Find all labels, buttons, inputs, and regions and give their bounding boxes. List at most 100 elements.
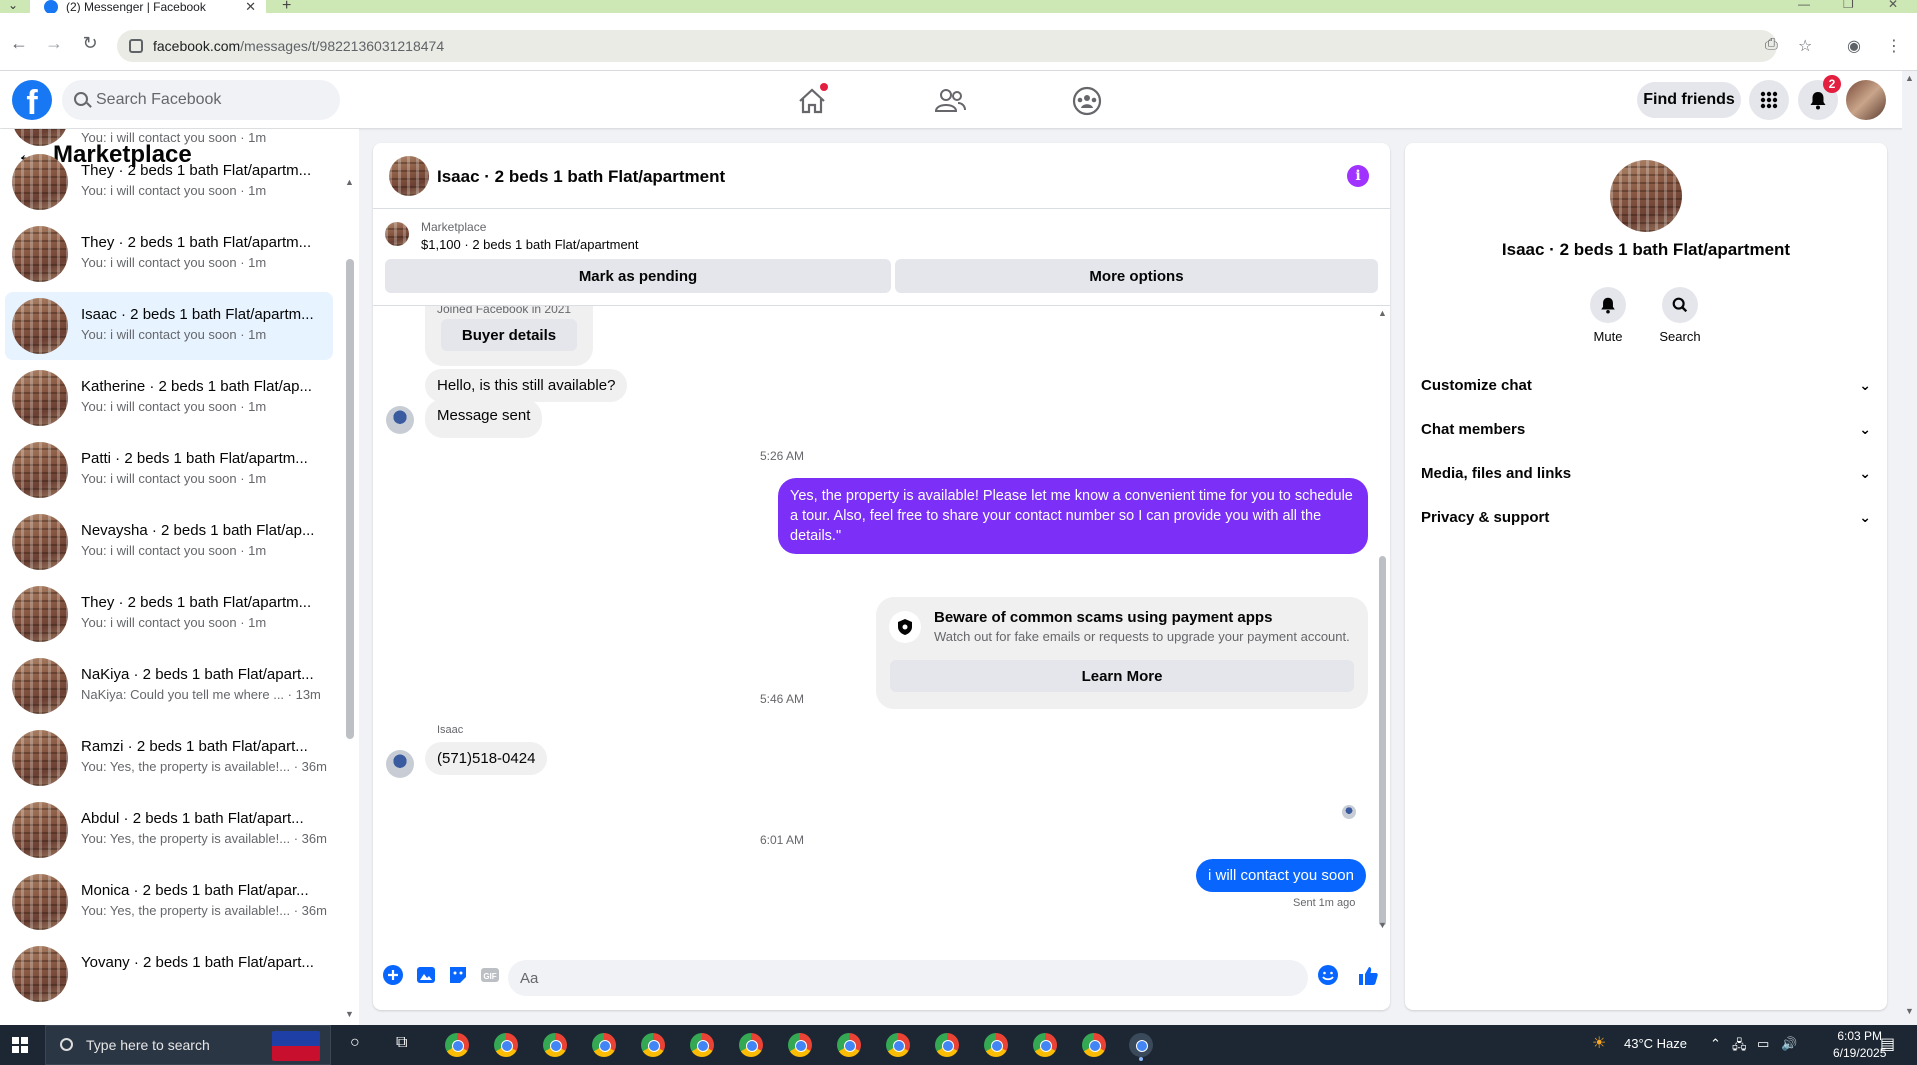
windows-start-icon[interactable] xyxy=(12,1037,28,1053)
chrome-window-icon[interactable] xyxy=(935,1033,959,1057)
chrome-window-icon[interactable] xyxy=(1082,1033,1106,1057)
privacy-support-row[interactable]: Privacy & support ⌄ xyxy=(1421,495,1871,539)
chrome-window-icon[interactable] xyxy=(984,1033,1008,1057)
chrome-window-icon[interactable] xyxy=(543,1033,567,1057)
facebook-logo-icon[interactable]: f xyxy=(12,80,52,122)
info-icon[interactable]: i xyxy=(1347,165,1369,187)
tray-chevron-up-icon[interactable]: ⌃ xyxy=(1710,1036,1721,1052)
contact-avatar[interactable] xyxy=(1610,160,1682,232)
profile-icon[interactable]: ◉ xyxy=(1847,36,1861,56)
minimize-icon[interactable]: — xyxy=(1798,0,1810,11)
conversation-item[interactable]: They · 2 beds 1 bath Flat/apartm... You: … xyxy=(5,580,333,648)
find-friends-button[interactable]: Find friends xyxy=(1637,82,1741,118)
restore-icon[interactable]: ❐ xyxy=(1843,0,1854,11)
chrome-window-icon[interactable] xyxy=(641,1033,665,1057)
scroll-up-arrow-icon[interactable]: ▲ xyxy=(345,177,354,187)
chrome-window-icon[interactable] xyxy=(494,1033,518,1057)
browser-menu-icon[interactable]: ⋮ xyxy=(1886,36,1902,56)
conversation-partial[interactable]: You: i will contact you soon · 1m xyxy=(5,129,333,148)
conversation-item[interactable]: Monica · 2 beds 1 bath Flat/apar... You: … xyxy=(5,868,333,936)
gif-icon[interactable]: GIF xyxy=(479,964,501,986)
chat-title[interactable]: Isaac · 2 beds 1 bath Flat/apartment xyxy=(437,167,725,187)
mark-as-pending-button[interactable]: Mark as pending xyxy=(385,259,891,293)
display-icon[interactable]: ▭ xyxy=(1757,1036,1769,1052)
add-plus-icon[interactable] xyxy=(382,964,404,986)
sticker-icon[interactable] xyxy=(447,964,469,986)
cortana-icon[interactable]: ○ xyxy=(350,1034,360,1052)
search-action[interactable]: Search xyxy=(1650,287,1710,344)
chrome-window-icon[interactable] xyxy=(690,1033,714,1057)
message-thread: Joined Facebook in 2021 Buyer details He… xyxy=(373,306,1390,936)
install-app-icon[interactable]: ⎙ xyxy=(1765,36,1778,54)
chat-avatar[interactable] xyxy=(389,156,429,196)
more-options-button[interactable]: More options xyxy=(895,259,1378,293)
conversation-item[interactable]: Isaac · 2 beds 1 bath Flat/apartm... You:… xyxy=(5,292,333,360)
chevron-down-icon: ⌄ xyxy=(1859,376,1871,393)
photo-icon[interactable] xyxy=(415,964,437,986)
chrome-window-icon[interactable] xyxy=(592,1033,616,1057)
conversation-item[interactable]: Yovany · 2 beds 1 bath Flat/apart... xyxy=(5,940,333,1008)
scroll-up-arrow-icon[interactable]: ▲ xyxy=(1378,308,1387,318)
scroll-down-arrow-icon[interactable]: ▼ xyxy=(1905,1006,1914,1016)
scroll-down-arrow-icon[interactable]: ▼ xyxy=(1378,920,1387,930)
sender-avatar[interactable] xyxy=(386,750,414,778)
taskbar-clock[interactable]: 6:03 PM 6/19/2025 xyxy=(1833,1028,1886,1062)
sender-avatar[interactable] xyxy=(386,406,414,434)
media-files-links-row[interactable]: Media, files and links ⌄ xyxy=(1421,451,1871,495)
weather-text[interactable]: 43°C Haze xyxy=(1624,1036,1687,1051)
conversation-item[interactable]: Nevaysha · 2 beds 1 bath Flat/ap... You: … xyxy=(5,508,333,576)
chrome-window-icon[interactable] xyxy=(739,1033,763,1057)
conversation-item[interactable]: Patti · 2 beds 1 bath Flat/apartm... You:… xyxy=(5,436,333,504)
site-info-icon[interactable] xyxy=(129,39,143,53)
emoji-icon[interactable] xyxy=(1317,964,1339,986)
url-field[interactable]: facebook.com/messages/t/9822136031218474 xyxy=(117,30,1777,62)
listing-thumbnail[interactable] xyxy=(385,222,409,246)
groups-icon[interactable] xyxy=(1067,81,1107,121)
contact-name: Isaac · 2 beds 1 bath Flat/apartment xyxy=(1501,240,1791,259)
chat-members-row[interactable]: Chat members ⌄ xyxy=(1421,407,1871,451)
conversation-item[interactable]: NaKiya · 2 beds 1 bath Flat/apart... NaKi… xyxy=(5,652,333,720)
learn-more-button[interactable]: Learn More xyxy=(890,660,1354,692)
notification-center-icon[interactable]: ▤ xyxy=(1880,1034,1895,1054)
back-icon[interactable]: ← xyxy=(7,33,31,54)
menu-grid-button[interactable] xyxy=(1749,80,1789,120)
conversation-item[interactable]: Ramzi · 2 beds 1 bath Flat/apart... You: … xyxy=(5,724,333,792)
photos-app-icon[interactable] xyxy=(1129,1033,1153,1057)
task-view-icon[interactable]: ⧉ xyxy=(396,1034,407,1052)
conversation-item[interactable]: They · 2 beds 1 bath Flat/apartm... You: … xyxy=(5,220,333,288)
close-window-icon[interactable]: ✕ xyxy=(1888,0,1898,11)
friends-icon[interactable] xyxy=(930,81,970,121)
volume-icon[interactable]: 🔊 xyxy=(1781,1036,1797,1052)
scroll-up-arrow-icon[interactable]: ▲ xyxy=(1905,73,1914,83)
scroll-down-arrow-icon[interactable]: ▼ xyxy=(345,1009,354,1019)
address-bar-row: ← → ↻ facebook.com/messages/t/9822136031… xyxy=(0,13,1917,71)
chrome-window-icon[interactable] xyxy=(837,1033,861,1057)
chrome-window-icon[interactable] xyxy=(886,1033,910,1057)
page-scrollbar[interactable]: ▲ ▼ xyxy=(1902,71,1917,1025)
conversation-item[interactable]: Abdul · 2 beds 1 bath Flat/apart... You: … xyxy=(5,796,333,864)
forward-icon[interactable]: → xyxy=(42,33,66,54)
message-input[interactable]: Aa xyxy=(508,960,1308,996)
weather-icon[interactable]: ☀ xyxy=(1592,1033,1606,1053)
conversation-item[interactable]: Katherine · 2 beds 1 bath Flat/ap... You:… xyxy=(5,364,333,432)
browser-tab[interactable]: (2) Messenger | Facebook ✕ xyxy=(30,0,266,14)
chrome-window-icon[interactable] xyxy=(445,1033,469,1057)
bookmark-star-icon[interactable]: ☆ xyxy=(1798,36,1812,56)
chrome-window-icon[interactable] xyxy=(788,1033,812,1057)
reload-icon[interactable]: ↻ xyxy=(78,33,102,54)
search-highlight-image[interactable] xyxy=(272,1031,320,1061)
facebook-search-input[interactable]: Search Facebook xyxy=(62,80,340,120)
listing-detail[interactable]: $1,100 · 2 beds 1 bath Flat/apartment xyxy=(421,237,639,252)
sidebar-scrollbar[interactable] xyxy=(346,259,354,739)
conversation-item[interactable]: They · 2 beds 1 bath Flat/apartm... You: … xyxy=(5,148,333,216)
sent-status: Sent 1m ago xyxy=(1293,897,1356,909)
buyer-details-button[interactable]: Buyer details xyxy=(441,319,577,351)
mute-action[interactable]: Mute xyxy=(1578,287,1638,344)
thread-scrollbar[interactable] xyxy=(1379,556,1386,926)
tab-search-chevron-icon[interactable]: ⌄ xyxy=(8,0,18,12)
account-avatar[interactable] xyxy=(1846,80,1886,120)
customize-chat-row[interactable]: Customize chat ⌄ xyxy=(1421,363,1871,407)
like-thumbs-up-icon[interactable] xyxy=(1356,964,1380,988)
chrome-window-icon[interactable] xyxy=(1033,1033,1057,1057)
network-icon[interactable]: 🖧 xyxy=(1732,1036,1747,1058)
